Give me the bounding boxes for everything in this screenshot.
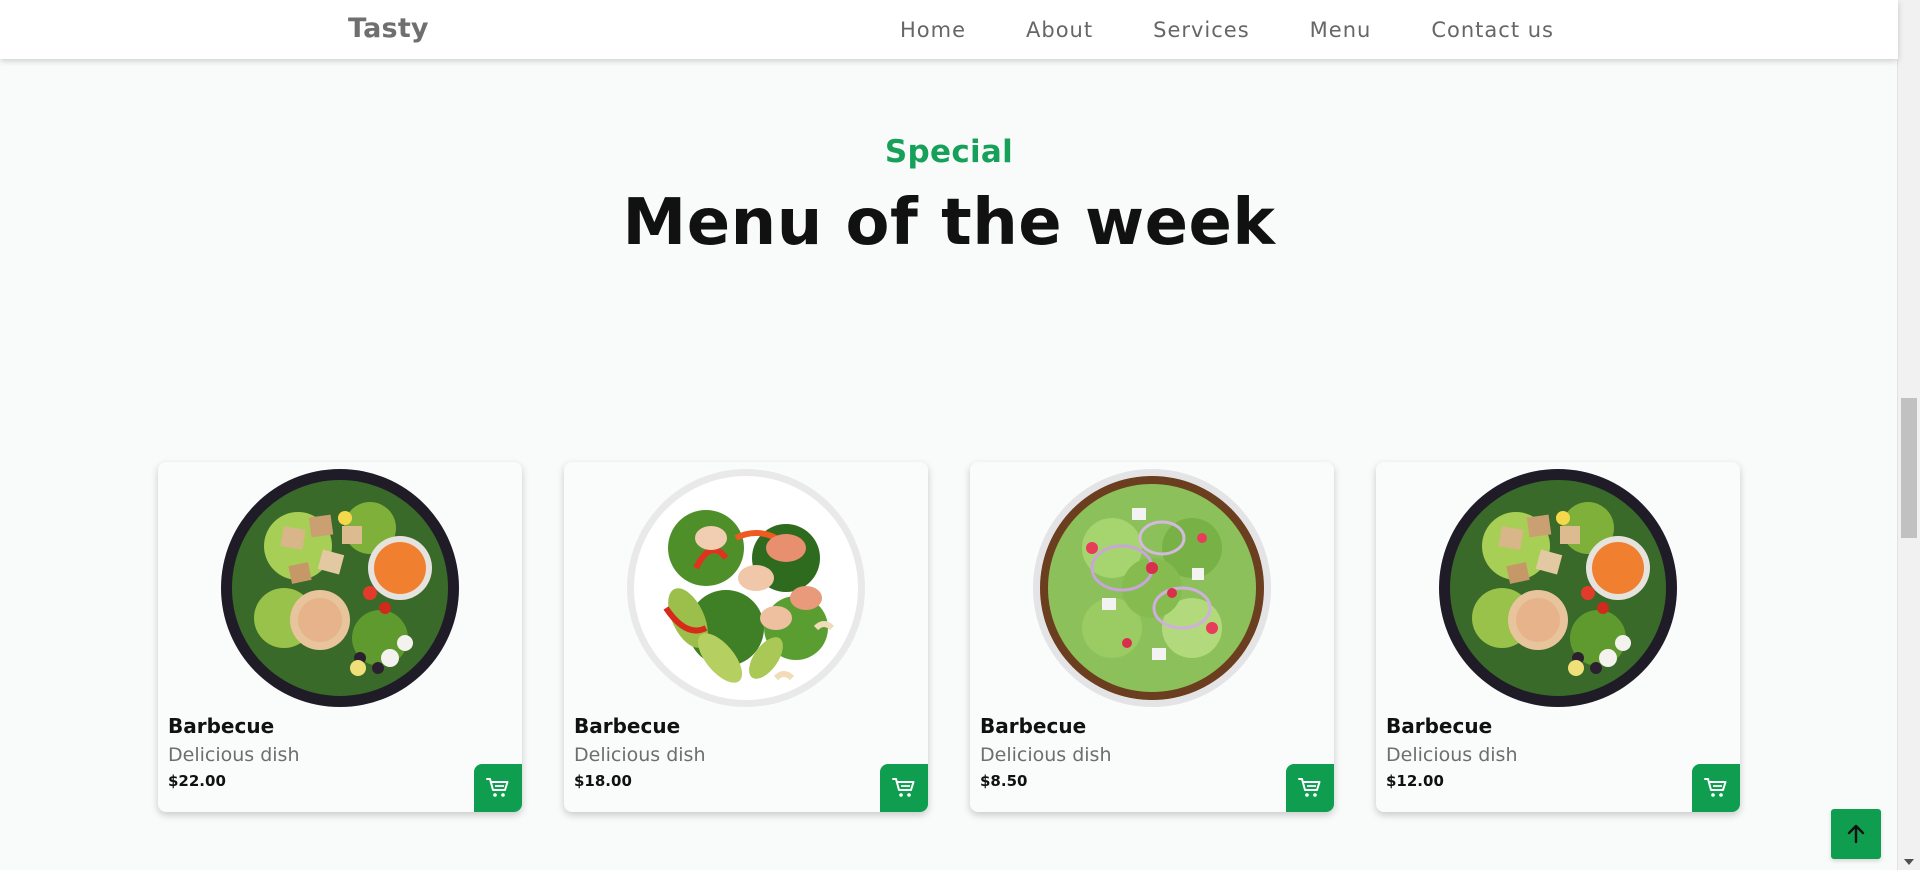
scrollbar-thumb[interactable] bbox=[1901, 398, 1917, 538]
arrow-up-icon bbox=[1847, 824, 1865, 844]
dish-price: $12.00 bbox=[1386, 772, 1444, 790]
cart-icon bbox=[486, 778, 509, 797]
dish-description: Delicious dish bbox=[574, 744, 706, 766]
dish-image-avocado-salad bbox=[627, 469, 865, 707]
dish-image-chicken-salad bbox=[221, 469, 459, 707]
page: Tasty Home About Services Menu Contact u… bbox=[0, 0, 1920, 870]
section-title: Menu of the week bbox=[622, 186, 1276, 260]
menu-card-list: Barbecue Delicious dish $22.00 Barbecue … bbox=[158, 462, 1740, 812]
brand-logo[interactable]: Tasty bbox=[348, 13, 429, 44]
menu-card[interactable]: Barbecue Delicious dish $22.00 bbox=[158, 462, 522, 812]
nav-about[interactable]: About bbox=[1026, 18, 1093, 42]
nav-home[interactable]: Home bbox=[900, 18, 966, 42]
add-to-cart-button[interactable] bbox=[474, 764, 522, 812]
dish-image-chicken-salad bbox=[1439, 469, 1677, 707]
scroll-down-arrow-icon[interactable] bbox=[1904, 859, 1914, 865]
nav-menu[interactable]: Menu bbox=[1310, 18, 1372, 42]
dish-name: Barbecue bbox=[980, 714, 1087, 738]
dish-name: Barbecue bbox=[1386, 714, 1493, 738]
menu-card[interactable]: Barbecue Delicious dish $12.00 bbox=[1376, 462, 1740, 812]
dish-name: Barbecue bbox=[168, 714, 275, 738]
menu-card[interactable]: Barbecue Delicious dish $8.50 bbox=[970, 462, 1334, 812]
dish-price: $22.00 bbox=[168, 772, 226, 790]
nav-contact[interactable]: Contact us bbox=[1431, 18, 1554, 42]
menu-card[interactable]: Barbecue Delicious dish $18.00 bbox=[564, 462, 928, 812]
dish-description: Delicious dish bbox=[980, 744, 1112, 766]
cart-icon bbox=[1298, 778, 1321, 797]
cart-icon bbox=[1704, 778, 1727, 797]
back-to-top-button[interactable] bbox=[1831, 809, 1881, 859]
page-scrollbar[interactable] bbox=[1897, 0, 1920, 870]
dish-description: Delicious dish bbox=[168, 744, 300, 766]
nav-services[interactable]: Services bbox=[1153, 18, 1250, 42]
cart-icon bbox=[892, 778, 915, 797]
dish-description: Delicious dish bbox=[1386, 744, 1518, 766]
add-to-cart-button[interactable] bbox=[1286, 764, 1334, 812]
main-nav: Home About Services Menu Contact us bbox=[900, 0, 1554, 59]
section-subtitle: Special bbox=[884, 134, 1014, 170]
site-header: Tasty Home About Services Menu Contact u… bbox=[0, 0, 1898, 59]
add-to-cart-button[interactable] bbox=[880, 764, 928, 812]
dish-image-green-salad bbox=[1033, 469, 1271, 707]
dish-price: $18.00 bbox=[574, 772, 632, 790]
dish-price: $8.50 bbox=[980, 772, 1028, 790]
add-to-cart-button[interactable] bbox=[1692, 764, 1740, 812]
dish-name: Barbecue bbox=[574, 714, 681, 738]
